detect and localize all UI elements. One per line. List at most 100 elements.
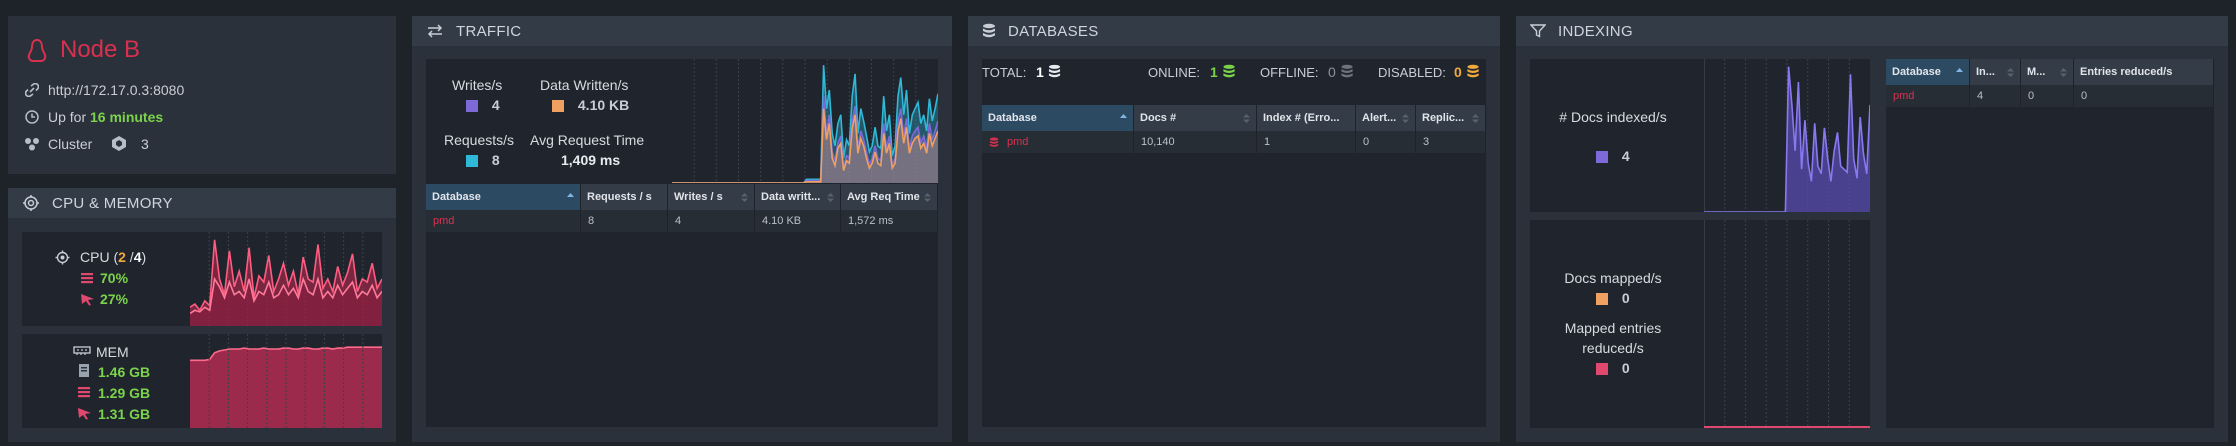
table-row[interactable]: pmd 8 4 4.10 KB 1,572 ms <box>426 210 938 232</box>
memory-icon <box>73 346 91 355</box>
sort-asc-icon[interactable] <box>1119 113 1128 124</box>
cluster-icon <box>25 138 39 151</box>
mem-label: MEM <box>96 344 129 360</box>
database-offline-icon <box>1341 64 1353 78</box>
writes-label: Writes/s <box>452 77 503 93</box>
col-db-database[interactable]: Database <box>982 105 1134 131</box>
mapped-entries-swatch <box>1596 363 1608 376</box>
col-idx-m[interactable]: M... <box>2021 59 2074 85</box>
cell-idx-database[interactable]: pmd <box>1886 85 1970 107</box>
col-db-alerts[interactable]: Alert... <box>1356 105 1416 131</box>
document-icon <box>79 364 89 377</box>
cell-db-name[interactable]: pmd <box>1007 136 1028 148</box>
cpu-close: ) <box>141 249 147 265</box>
col-db-index[interactable]: Index # (Erro... <box>1257 105 1356 131</box>
uptime-value: 16 minutes <box>90 109 164 125</box>
writes-value-wrap: 4 <box>466 97 500 113</box>
mapped-entries-label: Mapped entries reduced/s <box>1564 320 1662 356</box>
database-icon <box>983 23 995 38</box>
node-url[interactable]: http://172.17.0.3:8080 <box>48 82 184 98</box>
database-stack-icon <box>1048 64 1061 78</box>
cell-requests: 8 <box>581 210 668 232</box>
docs-indexed-card: # Docs indexed/s 4 <box>1530 59 1870 212</box>
cpu-icon <box>55 250 70 265</box>
link-icon <box>25 83 39 97</box>
data-written-color-swatch <box>552 100 564 113</box>
col-database[interactable]: Database <box>426 184 581 210</box>
cpu-total: 4 <box>133 249 142 265</box>
sort-asc-icon[interactable] <box>566 192 575 203</box>
uptime-prefix: Up for <box>48 109 87 125</box>
mapped-entries-value: 0 <box>1621 360 1630 376</box>
traffic-panel: TRAFFIC Writes/s 4 Data Written/s 4.10 K… <box>412 16 952 442</box>
databases-panel: DATABASES TOTAL: 1 ONLINE: 1 OFFLINE: 0 … <box>968 16 1500 442</box>
table-row[interactable]: pmd 4 0 0 <box>1886 85 2214 107</box>
docs-mapped-chart <box>1704 220 1870 428</box>
arrows-exchange-icon <box>427 24 443 38</box>
col-idx-database[interactable]: Database <box>1886 59 1970 85</box>
col-db-replication[interactable]: Replic... <box>1416 105 1486 131</box>
docs-mapped-card: Docs mapped/s 0 Mapped entries reduced/s… <box>1530 220 1870 428</box>
indexing-header: INDEXING <box>1516 16 2228 46</box>
sort-icon[interactable] <box>1471 113 1480 124</box>
requests-color-swatch <box>466 155 478 168</box>
cell-db-alerts: 0 <box>1356 131 1416 153</box>
sort-icon[interactable] <box>2006 67 2015 78</box>
col-idx-entries[interactable]: Entries reduced/s <box>2074 59 2214 85</box>
cell-db-docs: 10,140 <box>1134 131 1257 153</box>
col-avg-req[interactable]: Avg Req Time <box>841 184 938 210</box>
cpu-used: 2 <box>118 249 126 265</box>
cluster-count: 3 <box>141 136 149 152</box>
col-db-docs[interactable]: Docs # <box>1134 105 1257 131</box>
node-name[interactable]: Node B <box>60 36 140 64</box>
cpu-machine-value: 70% <box>100 270 129 286</box>
sort-icon[interactable] <box>1401 113 1410 124</box>
sort-icon[interactable] <box>826 192 835 203</box>
sort-icon[interactable] <box>740 192 749 203</box>
traffic-header: TRAFFIC <box>412 16 952 46</box>
col-db-replication-label: Replic... <box>1422 112 1465 124</box>
node-info-panel: Node B http://172.17.0.3:8080 Up for 16 … <box>8 16 396 174</box>
cpu-memory-header: CPU & MEMORY <box>8 188 396 218</box>
col-writes[interactable]: Writes / s <box>668 184 755 210</box>
table-row[interactable]: pmd 10,140 1 0 3 <box>982 131 1486 153</box>
cpu-label: CPU (2 /4) <box>80 249 146 265</box>
cell-idx-entries: 0 <box>2074 85 2214 107</box>
cell-db-database[interactable]: pmd <box>982 131 1134 153</box>
cell-database[interactable]: pmd <box>426 210 581 232</box>
requests-value: 8 <box>491 152 500 168</box>
clock-icon <box>25 110 39 124</box>
cpu-memory-title: CPU & MEMORY <box>52 194 173 212</box>
indexing-title: INDEXING <box>1558 22 1633 40</box>
linux-icon <box>27 38 47 62</box>
requests-label: Requests/s <box>444 132 515 148</box>
col-data-written[interactable]: Data writt... <box>755 184 841 210</box>
mapped-entries-value-wrap: 0 <box>1596 360 1630 376</box>
col-db-index-label: Index # (Erro... <box>1263 112 1340 124</box>
avg-req-label: Avg Request Time <box>530 132 645 148</box>
sort-icon[interactable] <box>2059 67 2068 78</box>
mem-card: MEM 1.46 GB 1.29 GB 1.31 GB <box>22 334 382 428</box>
disabled-label: DISABLED: <box>1378 65 1446 80</box>
sort-asc-icon[interactable] <box>1955 67 1964 78</box>
col-db-alerts-label: Alert... <box>1362 112 1397 124</box>
sort-icon[interactable] <box>923 192 932 203</box>
docs-indexed-label: # Docs indexed/s <box>1559 109 1667 125</box>
cpu-chart <box>190 232 382 326</box>
databases-table-header: Database Docs # Index # (Erro... Alert..… <box>982 105 1486 131</box>
data-written-value: 4.10 KB <box>577 97 630 113</box>
data-written-value-wrap: 4.10 KB <box>552 97 629 113</box>
cell-writes: 4 <box>668 210 755 232</box>
mem-chart <box>190 334 382 428</box>
col-idx-entries-label: Entries reduced/s <box>2080 66 2173 78</box>
online-label: ONLINE: <box>1148 65 1201 80</box>
col-idx-in[interactable]: In... <box>1970 59 2021 85</box>
online-value: 1 <box>1210 64 1218 80</box>
col-idx-in-label: In... <box>1976 66 1995 78</box>
col-database-label: Database <box>432 191 481 203</box>
sort-icon[interactable] <box>1242 113 1251 124</box>
col-requests[interactable]: Requests / s <box>581 184 668 210</box>
filter-icon <box>1530 24 1546 38</box>
machine-icon-mem <box>78 387 90 398</box>
uptime-text: Up for 16 minutes <box>48 109 163 125</box>
